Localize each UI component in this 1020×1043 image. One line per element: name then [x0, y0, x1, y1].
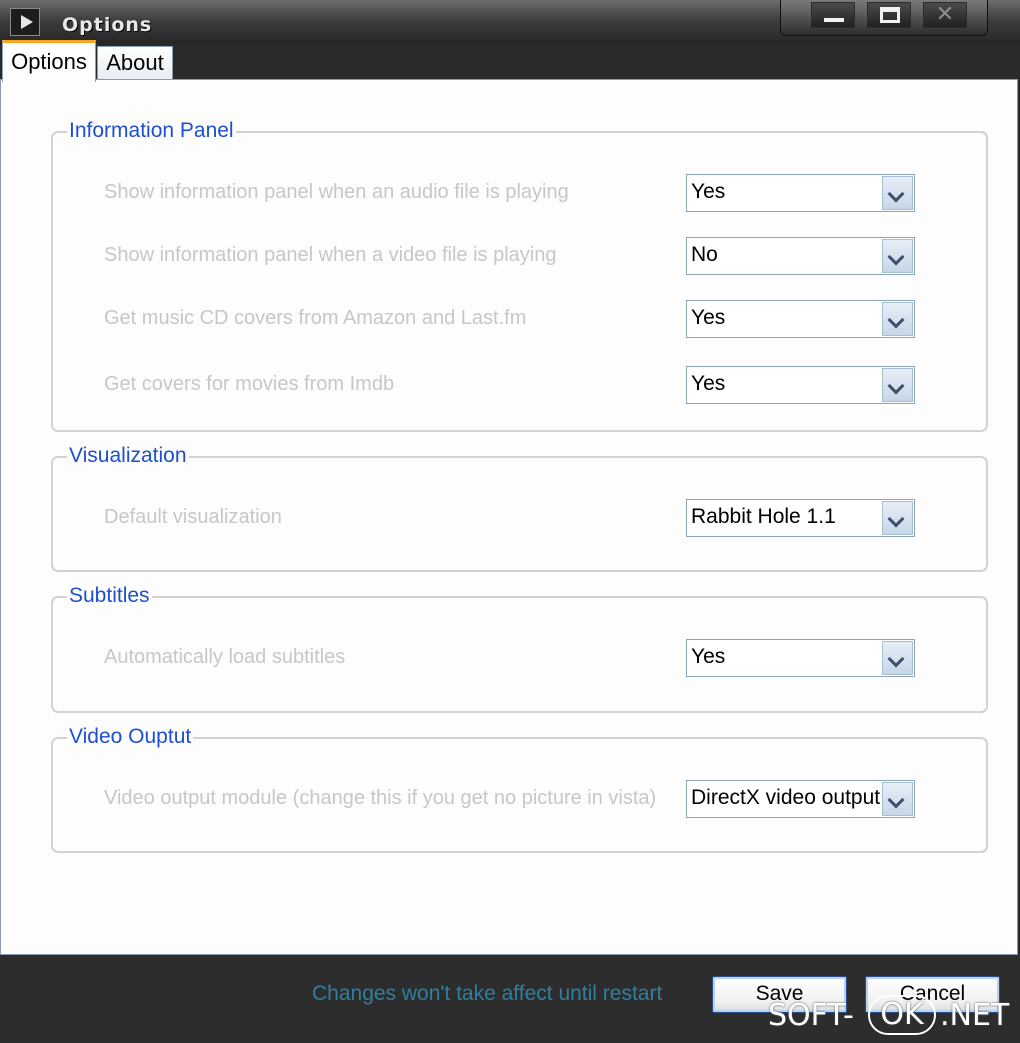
watermark-text-ok: OK [880, 997, 924, 1032]
movie-covers-label: Get covers for movies from Imdb [104, 373, 395, 395]
tab-strip: About Options [0, 38, 1020, 82]
close-icon: ✕ [935, 2, 955, 27]
group-visualization: Visualization Default visualization Rabb… [51, 444, 988, 572]
movie-covers-value: Yes [691, 372, 726, 395]
video-panel-value: No [691, 243, 718, 266]
cd-covers-value: Yes [691, 306, 726, 329]
cd-covers-label: Get music CD covers from Amazon and Last… [104, 307, 527, 329]
options-panel: Information Panel Show information panel… [0, 79, 1018, 955]
watermark: SOFT- OK .NET [768, 993, 1018, 1039]
auto-load-subtitles-select[interactable]: Yes [686, 639, 915, 677]
group-title-subtitles: Subtitles [67, 584, 152, 608]
default-visualization-label: Default visualization [104, 506, 282, 528]
movie-covers-select[interactable]: Yes [686, 366, 915, 404]
maximize-button[interactable] [867, 2, 911, 28]
window-title: Options [62, 14, 153, 36]
group-title-visualization: Visualization [67, 444, 189, 468]
watermark-ok-badge: OK [868, 995, 936, 1035]
tab-about[interactable]: About [97, 46, 173, 80]
chevron-down-icon[interactable] [882, 302, 913, 336]
group-title-information-panel: Information Panel [67, 119, 236, 143]
video-output-module-value: DirectX video output [691, 786, 881, 809]
auto-load-subtitles-value: Yes [691, 645, 726, 668]
auto-load-subtitles-label: Automatically load subtitles [104, 646, 346, 668]
group-subtitles: Subtitles Automatically load subtitles Y… [51, 584, 988, 713]
video-panel-select[interactable]: No [686, 237, 915, 275]
chevron-down-icon[interactable] [882, 368, 913, 402]
watermark-text-soft: SOFT- [768, 998, 854, 1033]
audio-panel-select[interactable]: Yes [686, 174, 915, 212]
maximize-icon [880, 7, 900, 23]
chevron-down-icon[interactable] [882, 239, 913, 273]
close-button[interactable]: ✕ [923, 2, 967, 28]
video-output-module-label: Video output module (change this if you … [104, 787, 657, 809]
audio-panel-value: Yes [691, 180, 726, 203]
chevron-down-icon[interactable] [882, 641, 913, 675]
restart-notice: Changes won't take affect until restart [312, 982, 663, 1005]
video-output-module-select[interactable]: DirectX video output [686, 780, 915, 818]
chevron-down-icon[interactable] [882, 501, 913, 535]
video-panel-label: Show information panel when a video file… [104, 244, 557, 266]
group-information-panel: Information Panel Show information panel… [51, 119, 988, 432]
chevron-down-icon[interactable] [882, 782, 913, 816]
default-visualization-select[interactable]: Rabbit Hole 1.1 [686, 499, 915, 537]
watermark-text-net: .NET [940, 998, 1010, 1033]
group-title-video-output: Video Ouptut [67, 725, 194, 749]
tab-options[interactable]: Options [2, 40, 96, 82]
minimize-button[interactable] [811, 2, 855, 28]
window-controls: ✕ [780, 0, 988, 36]
minimize-icon [824, 18, 844, 22]
chevron-down-icon[interactable] [882, 176, 913, 210]
default-visualization-value: Rabbit Hole 1.1 [691, 505, 836, 528]
footer-bar: Changes won't take affect until restart … [0, 955, 1020, 1043]
cd-covers-select[interactable]: Yes [686, 300, 915, 338]
app-play-icon [10, 8, 40, 36]
audio-panel-label: Show information panel when an audio fil… [104, 181, 569, 203]
group-video-output: Video Ouptut Video output module (change… [51, 725, 988, 853]
